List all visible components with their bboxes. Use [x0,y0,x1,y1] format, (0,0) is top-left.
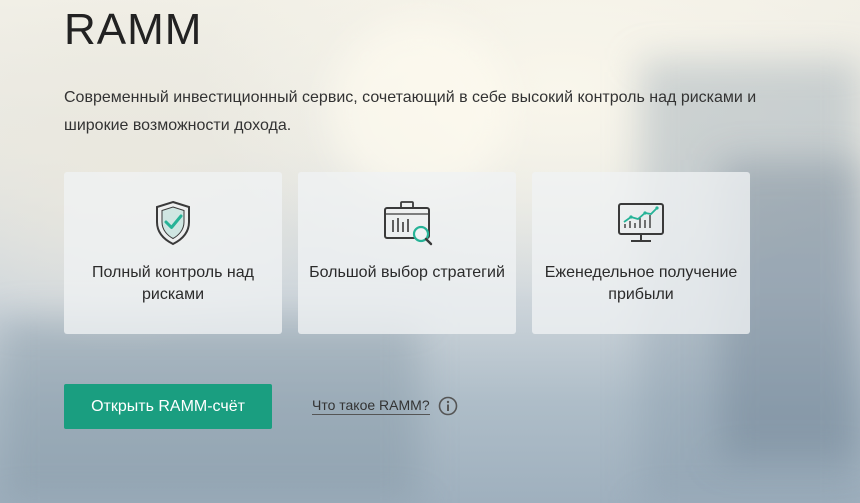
feature-label: Полный контроль над рисками [92,264,254,303]
feature-label: Большой выбор стратегий [309,264,505,281]
briefcase-search-icon [384,201,433,246]
what-is-ramm-link[interactable]: Что такое RAMM? [312,396,458,416]
shield-check-icon [156,200,190,246]
what-is-ramm-label: Что такое RAMM? [312,397,430,415]
page-description: Современный инвестиционный сервис, сочет… [64,89,757,134]
feature-card-risk-control: Полный контроль над рисками [64,172,282,334]
feature-card-strategies: Большой выбор стратегий [298,172,516,334]
open-ramm-account-button[interactable]: Открыть RAMM-счёт [64,384,272,429]
info-icon[interactable] [438,396,458,416]
feature-label: Еженедельное получение прибыли [544,264,738,303]
page-title: RAMM [64,5,203,54]
feature-card-weekly-profit: Еженедельное получение прибыли [532,172,750,334]
features-list: Полный контроль над рисками Большой выбо… [64,172,750,334]
monitor-chart-icon [618,203,664,242]
